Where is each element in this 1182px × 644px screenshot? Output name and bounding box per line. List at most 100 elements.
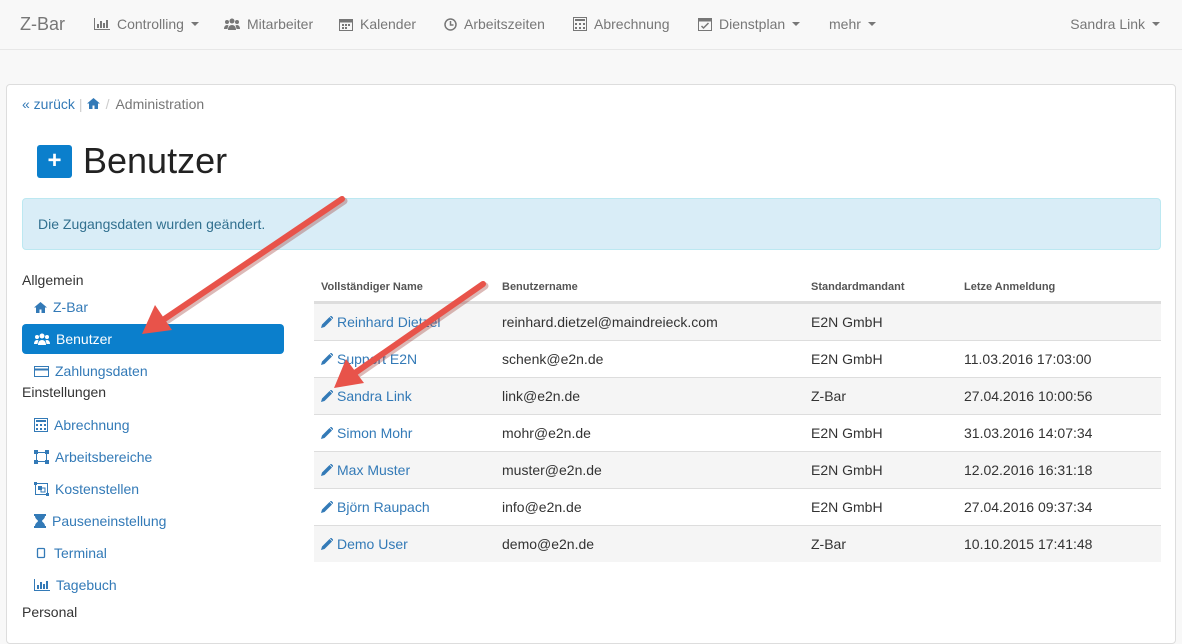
last-login-cell: 11.03.2016 17:03:00 (964, 351, 1092, 367)
sidebar-item-benutzer[interactable]: Benutzer (22, 324, 284, 354)
nav-abrechnung-label: Abrechnung (594, 16, 670, 32)
mandant-cell: E2N GmbH (811, 462, 883, 478)
clock-icon (444, 17, 457, 31)
calculator-icon (573, 17, 587, 31)
sidebar-item-kostenstellen[interactable]: Kostenstellen (22, 474, 284, 504)
nav-arbeitszeiten[interactable]: Arbeitszeiten (444, 16, 545, 32)
credit-card-icon (34, 365, 49, 377)
object-group-icon (34, 482, 49, 496)
brand-logo[interactable]: Z-Bar (20, 14, 65, 35)
sidebar-item-tagebuch[interactable]: Tagebuch (22, 570, 284, 600)
back-link[interactable]: « zurück (22, 96, 75, 112)
table-row: Support E2N schenk@e2n.de E2N GmbH 11.03… (314, 340, 1161, 377)
sidebar-item-z-bar[interactable]: Z-Bar (22, 292, 284, 322)
user-name-link[interactable]: Sandra Link (321, 388, 412, 404)
nav-abrechnung[interactable]: Abrechnung (573, 16, 670, 32)
pencil-icon (321, 390, 333, 402)
add-user-button[interactable]: + (37, 144, 72, 178)
column-header-mandant[interactable]: Standardmandant (811, 281, 905, 293)
users-icon (34, 333, 50, 345)
user-name-text: Björn Raupach (337, 499, 430, 515)
breadcrumb: « zurück | / Administration (22, 96, 204, 112)
column-header-last-login[interactable]: Letze Anmeldung (964, 281, 1055, 293)
nav-controlling[interactable]: Controlling (94, 16, 199, 32)
nav-kalender[interactable]: Kalender (339, 16, 416, 32)
username-cell: link@e2n.de (502, 388, 581, 404)
nav-controlling-label: Controlling (117, 16, 184, 32)
table-row: Demo User demo@e2n.de Z-Bar 10.10.2015 1… (314, 525, 1161, 562)
sidebar-item-zahlungsdaten[interactable]: Zahlungsdaten (22, 356, 284, 386)
user-name-link[interactable]: Reinhard Dietzel (321, 314, 441, 330)
home-icon[interactable] (86, 96, 100, 112)
user-name-text: Reinhard Dietzel (337, 314, 441, 330)
sidebar-item-terminal[interactable]: Terminal (22, 538, 284, 568)
pencil-icon (321, 464, 333, 476)
bar-chart-icon (94, 18, 110, 30)
user-name-link[interactable]: Max Muster (321, 462, 410, 478)
username-cell: reinhard.dietzel@maindreieck.com (502, 314, 718, 330)
user-name: Sandra Link (1070, 16, 1145, 32)
vector-square-icon (34, 450, 49, 464)
breadcrumb-divider: | (78, 96, 83, 112)
user-name-text: Sandra Link (337, 388, 412, 404)
chevron-down-icon (1152, 22, 1160, 26)
calculator-icon (34, 418, 48, 432)
table-row: Sandra Link link@e2n.de Z-Bar 27.04.2016… (314, 377, 1161, 414)
table-row: Reinhard Dietzel reinhard.dietzel@maindr… (314, 303, 1161, 340)
nav-dienstplan[interactable]: Dienstplan (698, 16, 801, 32)
nav-mehr[interactable]: mehr (829, 16, 876, 32)
hourglass-icon (34, 514, 46, 528)
last-login-cell: 10.10.2015 17:41:48 (964, 536, 1093, 552)
sidebar-item-label: Arbeitsbereiche (55, 449, 153, 465)
sidebar-item-label: Abrechnung (54, 417, 130, 433)
user-name-link[interactable]: Demo User (321, 536, 408, 552)
pencil-icon (321, 316, 333, 328)
users-icon (224, 18, 240, 30)
calendar-check-icon (698, 18, 712, 31)
chevron-down-icon (190, 22, 199, 26)
pencil-icon (321, 353, 333, 365)
table-row: Simon Mohr mohr@e2n.de E2N GmbH 31.03.20… (314, 414, 1161, 451)
mandant-cell: Z-Bar (811, 388, 846, 404)
alert-message: Die Zugangsdaten wurden geändert. (38, 216, 266, 232)
nav-mitarbeiter-label: Mitarbeiter (247, 16, 314, 32)
nav-mitarbeiter[interactable]: Mitarbeiter (224, 16, 313, 32)
sidebar-item-label: Zahlungsdaten (55, 363, 148, 379)
bar-chart-icon (34, 579, 50, 591)
title-row: + Benutzer (37, 143, 227, 179)
sidebar-item-abrechnung[interactable]: Abrechnung (22, 410, 284, 440)
main-panel: « zurück | / Administration + Benutzer D… (6, 84, 1176, 644)
tablet-icon (36, 547, 46, 559)
sidebar-item-pauseneinstellung[interactable]: Pauseneinstellung (22, 506, 284, 536)
nav-kalender-label: Kalender (360, 16, 417, 32)
username-cell: mohr@e2n.de (502, 425, 591, 441)
last-login-cell: 27.04.2016 09:37:34 (964, 499, 1093, 515)
user-menu[interactable]: Sandra Link (1070, 16, 1160, 32)
chevron-down-icon (792, 22, 801, 26)
mandant-cell: E2N GmbH (811, 499, 883, 515)
sidebar-item-arbeitsbereiche[interactable]: Arbeitsbereiche (22, 442, 284, 472)
column-header-username[interactable]: Benutzername (502, 281, 578, 293)
sidebar-item-label: Terminal (54, 545, 107, 561)
mandant-cell: Z-Bar (811, 536, 846, 552)
user-name-link[interactable]: Support E2N (321, 351, 417, 367)
nav-dienstplan-label: Dienstplan (719, 16, 786, 32)
calendar-icon (339, 18, 353, 31)
sidebar-item-label: Benutzer (56, 331, 113, 347)
pencil-icon (321, 427, 333, 439)
user-name-text: Demo User (337, 536, 408, 552)
mandant-cell: E2N GmbH (811, 351, 883, 367)
table-header: Vollständiger Name Benutzername Standard… (314, 272, 1161, 303)
last-login-cell: 12.02.2016 16:31:18 (964, 462, 1093, 478)
user-name-link[interactable]: Björn Raupach (321, 499, 430, 515)
home-icon (34, 301, 47, 313)
breadcrumb-current: Administration (115, 96, 205, 112)
user-name-link[interactable]: Simon Mohr (321, 425, 412, 441)
column-header-name[interactable]: Vollständiger Name (321, 281, 423, 293)
sidebar-item-label: Tagebuch (56, 577, 117, 593)
username-cell: info@e2n.de (502, 499, 582, 515)
last-login-cell: 27.04.2016 10:00:56 (964, 388, 1093, 404)
sidebar-item-label: Z-Bar (53, 299, 88, 315)
page-title: Benutzer (83, 140, 228, 181)
chevron-down-icon (867, 22, 876, 26)
